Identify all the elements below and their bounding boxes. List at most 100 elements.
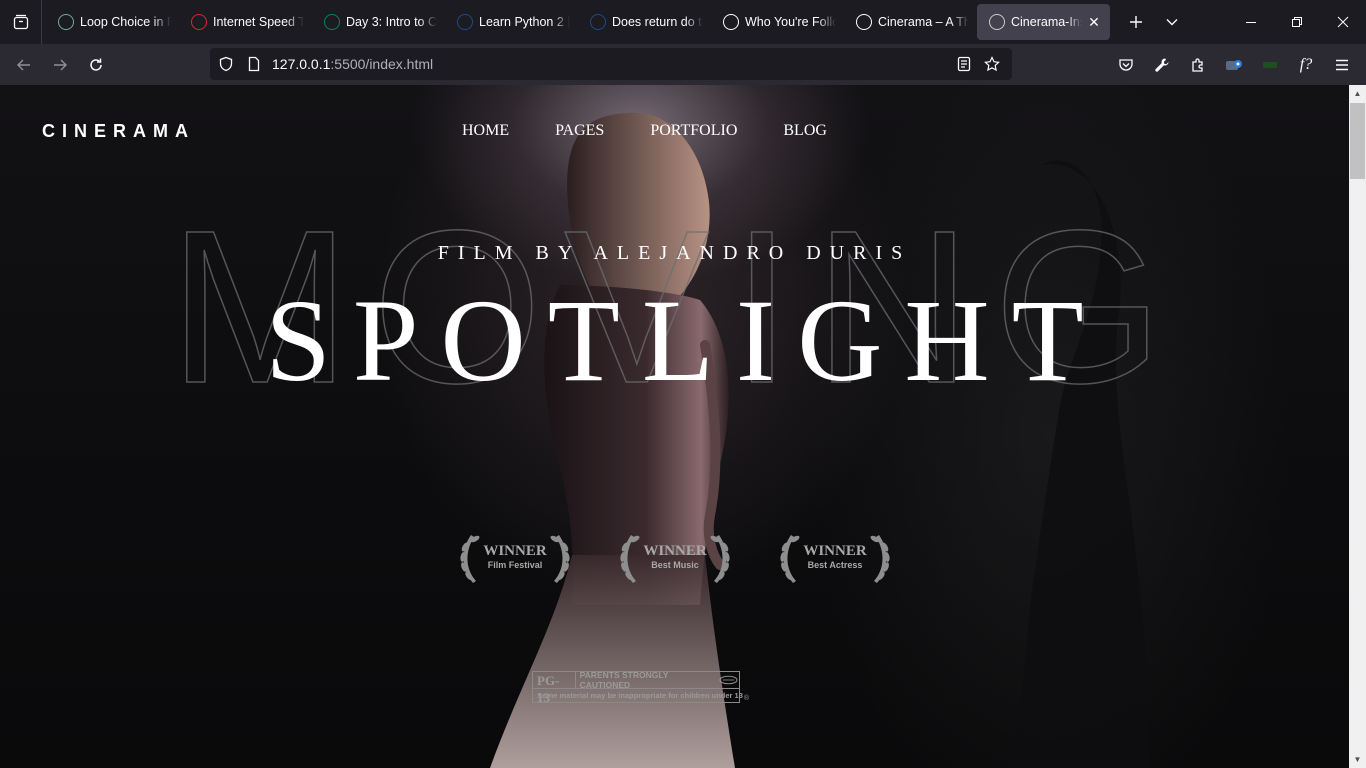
forward-button[interactable] (42, 49, 78, 81)
reload-button[interactable] (78, 49, 114, 81)
hero-subtitle: FILM BY ALEJANDRO DURIS (437, 242, 912, 264)
close-window-button[interactable] (1320, 0, 1366, 44)
tab-title: Does return do th (612, 15, 703, 29)
minimize-button[interactable] (1228, 0, 1274, 44)
devtools-button[interactable] (1144, 47, 1180, 83)
tab-manager-icon (13, 14, 28, 30)
url-host: 127.0.0.1 (272, 56, 331, 72)
scroll-up-arrow[interactable]: ▲ (1349, 85, 1366, 102)
wrench-icon (1155, 58, 1169, 72)
nav-portfolio-link[interactable]: PORTFOLIO (650, 122, 737, 140)
tab-title: Who You're Follo (745, 15, 836, 29)
award-category: Best Music (651, 560, 699, 570)
tab-title: Cinerama-Insi (1011, 15, 1082, 29)
browser-tab[interactable]: Cinerama-Insi ✕ (977, 4, 1110, 40)
registered-mark: ® (743, 695, 749, 702)
award-title: WINNER (483, 543, 547, 559)
main-navigation: HOME PAGES PORTFOLIO BLOG (462, 122, 873, 140)
nav-blog-link[interactable]: BLOG (783, 122, 827, 140)
site-logo[interactable]: CINERAMA (42, 121, 195, 142)
browser-tab[interactable]: Loop Choice in P (46, 4, 179, 40)
browser-tab[interactable]: Does return do th (578, 4, 711, 40)
mpaa-rating-box: PG-13 PARENTS STRONGLY CAUTIONED Some ma… (532, 670, 749, 705)
award-laurel: WINNER Film Festival (455, 525, 575, 595)
hero-photo-silhouette (490, 112, 1150, 768)
scroll-down-arrow[interactable]: ▼ (1349, 751, 1366, 768)
reader-view-icon (957, 56, 971, 72)
navigation-toolbar: 127.0.0.1:5500/index.html f? (0, 44, 1366, 85)
url-path: :5500/index.html (330, 56, 434, 72)
browser-tab[interactable]: Learn Python 2 | C (445, 4, 578, 40)
pocket-button[interactable] (1108, 47, 1144, 83)
page-viewport: MOVING CINERAMA HOME PAGES PORTFOLIO BLO… (0, 85, 1349, 768)
tab-strip: Loop Choice in P Internet Speed Te Day 3: … (42, 0, 1110, 44)
chevron-down-icon (1166, 19, 1178, 26)
plus-icon (1130, 16, 1142, 28)
chatgpt-icon (58, 14, 74, 30)
browser-tab[interactable]: Who You're Follo (711, 4, 844, 40)
reload-icon (90, 58, 102, 71)
app-menu-button[interactable] (1324, 47, 1360, 83)
browser-tab[interactable]: Cinerama – A The (844, 4, 977, 40)
url-text[interactable]: 127.0.0.1:5500/index.html (272, 56, 433, 72)
speedtest-icon (191, 14, 207, 30)
container-extension-button[interactable] (1216, 47, 1252, 83)
live-server-icon (989, 14, 1005, 30)
rating-note: Some material may be inappropriate for c… (537, 691, 743, 700)
address-bar[interactable]: 127.0.0.1:5500/index.html (210, 48, 1012, 80)
mpaa-logo-icon (719, 675, 738, 685)
tab-title: Loop Choice in P (80, 15, 171, 29)
extensions-button[interactable] (1180, 47, 1216, 83)
fontface-extension-button[interactable]: f? (1288, 47, 1324, 83)
arrow-right-icon (54, 59, 67, 70)
award-laurel: WINNER Best Actress (775, 525, 895, 595)
new-tab-button[interactable] (1118, 4, 1154, 40)
rating-code: PG-13 (533, 671, 576, 705)
minimize-icon (1246, 22, 1256, 23)
function-icon: f? (1299, 55, 1313, 73)
container-icon (1226, 59, 1242, 70)
tab-title: Day 3: Intro to Co (346, 15, 437, 29)
arrow-left-icon (17, 59, 30, 70)
puzzle-icon (1192, 57, 1203, 72)
github-icon (723, 14, 739, 30)
page-scrollbar[interactable]: ▲ ▼ (1349, 85, 1366, 768)
codecademy-icon (457, 14, 473, 30)
tab-title: Learn Python 2 | C (479, 15, 570, 29)
codewars-icon (324, 14, 340, 30)
back-button[interactable] (6, 49, 42, 81)
cinerama-icon (856, 14, 872, 30)
star-icon (984, 56, 1000, 72)
bookmark-button[interactable] (978, 50, 1006, 78)
close-tab-icon[interactable]: ✕ (1086, 14, 1102, 31)
restore-icon (1292, 17, 1302, 27)
color-extension-button[interactable] (1252, 47, 1288, 83)
nav-pages-link[interactable]: PAGES (555, 122, 604, 140)
award-title: WINNER (803, 543, 867, 559)
pocket-icon (1119, 58, 1133, 71)
nav-home-link[interactable]: HOME (462, 122, 509, 140)
award-category: Film Festival (487, 560, 543, 570)
tab-title: Internet Speed Te (213, 15, 304, 29)
rating-caution: PARENTS STRONGLY CAUTIONED (579, 670, 669, 690)
browser-tab[interactable]: Day 3: Intro to Co (312, 4, 445, 40)
award-category: Best Actress (807, 560, 863, 570)
tab-title: Cinerama – A The (878, 15, 969, 29)
award-title: WINNER (643, 543, 707, 559)
hero-headline: SPOTLIGHT (265, 275, 1106, 406)
hamburger-icon (1336, 59, 1348, 70)
awards-row: WINNER Film Festival WINNER Best Music W… (455, 525, 935, 595)
list-all-tabs-button[interactable] (1154, 4, 1190, 40)
green-bar-icon (1263, 61, 1277, 68)
scrollbar-thumb[interactable] (1350, 103, 1365, 179)
codecademy-icon (590, 14, 606, 30)
reader-view-button[interactable] (950, 50, 978, 78)
browser-tab[interactable]: Internet Speed Te (179, 4, 312, 40)
tab-manager-button[interactable] (0, 0, 42, 44)
restore-button[interactable] (1274, 0, 1320, 44)
page-icon (248, 56, 260, 72)
tab-bar: Loop Choice in P Internet Speed Te Day 3: … (0, 0, 1366, 44)
shield-icon[interactable] (218, 56, 234, 72)
close-icon (1337, 16, 1349, 28)
award-laurel: WINNER Best Music (615, 525, 735, 595)
